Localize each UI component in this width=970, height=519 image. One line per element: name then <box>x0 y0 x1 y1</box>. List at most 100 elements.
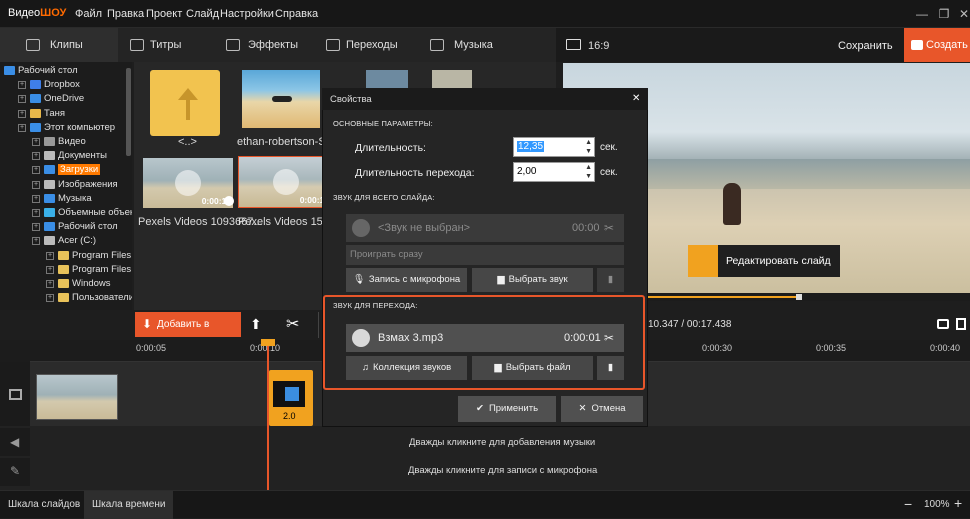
microphone-icon: 🎙 <box>352 274 365 285</box>
tab-transitions[interactable]: Переходы <box>318 28 422 62</box>
tree-item[interactable]: + Загрузки <box>32 163 101 177</box>
expand-icon[interactable]: + <box>46 251 54 260</box>
tree-scrollbar[interactable] <box>126 68 131 156</box>
section-main: ОСНОВНЫЕ ПАРАМЕТРЫ: <box>333 119 433 128</box>
tree-item[interactable]: + OneDrive <box>18 92 84 106</box>
record-mic-button[interactable]: 🎙 Запись с микрофона <box>346 268 467 292</box>
tree-item[interactable]: + Program Files (x <box>46 263 132 277</box>
wand-icon <box>226 39 240 51</box>
expand-icon[interactable]: + <box>18 95 26 104</box>
music-lane-hint[interactable]: Дважды кликните для добавления музыки <box>409 437 595 448</box>
expand-icon[interactable]: + <box>32 194 40 203</box>
tree-item[interactable]: +Рабочий стол <box>4 64 78 78</box>
minimize-icon[interactable]: — <box>910 4 934 24</box>
tree-item[interactable]: + Видео <box>32 135 86 149</box>
expand-icon[interactable]: + <box>32 138 40 146</box>
tree-item[interactable]: + Dropbox <box>18 78 80 92</box>
tab-effects[interactable]: Эффекты <box>218 28 318 62</box>
tree-item[interactable]: + Изображения <box>32 178 118 192</box>
no-sound-label: <Звук не выбран> <box>378 222 471 234</box>
expand-icon[interactable]: + <box>46 280 54 288</box>
tree-item[interactable]: + Program Files <box>46 249 131 263</box>
cancel-button[interactable]: ✕ Отмена <box>561 396 643 422</box>
move-up-icon[interactable]: ⬆ <box>250 316 262 333</box>
tab-music[interactable]: Музыка <box>422 28 526 62</box>
tree-item[interactable]: + Таня <box>18 107 65 121</box>
expand-icon[interactable]: + <box>32 152 40 161</box>
tree-item[interactable]: + Объемные объект <box>32 206 132 220</box>
snapshot-icon[interactable] <box>937 319 949 329</box>
menu-settings[interactable]: Настройки <box>220 8 274 20</box>
tree-item[interactable]: +Рабочий стол <box>32 220 118 234</box>
mic-lane-hint[interactable]: Дважды кликните для записи с микрофона <box>408 465 597 476</box>
tab-titles[interactable]: Титры <box>118 28 218 62</box>
choose-file-button[interactable]: ▆ Выбрать файл <box>472 356 593 380</box>
fullscreen-icon[interactable] <box>956 318 966 330</box>
tab-time-scale[interactable]: Шкала времени <box>84 491 174 519</box>
tree-item-label: Program Files (x <box>72 263 132 275</box>
delete-transition-sound-button[interactable]: ▮ <box>597 356 624 380</box>
tree-item[interactable]: + Документы <box>32 149 107 163</box>
close-window-icon[interactable]: ✕ <box>952 4 970 24</box>
pencil-icon <box>688 245 718 277</box>
expand-icon[interactable]: + <box>18 123 26 132</box>
menu-help[interactable]: Справка <box>275 8 318 20</box>
playhead[interactable] <box>267 340 269 490</box>
expand-icon[interactable]: + <box>32 180 40 189</box>
down-arrow-icon[interactable]: ▼ <box>585 168 592 186</box>
transition-duration-value[interactable]: 2,00 <box>517 166 536 177</box>
tree-item[interactable]: + Этот компьютер <box>18 121 115 135</box>
menu-project[interactable]: Проект <box>146 8 182 20</box>
dialog-close-icon[interactable]: ✕ <box>632 93 640 104</box>
image-thumb[interactable] <box>242 70 320 128</box>
add-to-project-button[interactable]: ⬇ Добавить в проект <box>135 312 241 355</box>
video-thumb-2[interactable]: 0:00:17 <box>238 156 332 208</box>
tree-item[interactable]: + Acer (C:) <box>32 234 96 248</box>
transition-unit: сек. <box>600 167 618 178</box>
menu-file[interactable]: Файл <box>75 8 102 20</box>
apply-button[interactable]: ✔ Применить <box>458 396 556 422</box>
duration-value[interactable]: 12,35 <box>517 141 545 152</box>
playhead-handle[interactable] <box>261 339 275 346</box>
folder-icon <box>4 66 15 75</box>
expand-icon[interactable]: + <box>18 81 26 90</box>
expand-icon[interactable]: + <box>46 294 54 303</box>
expand-icon[interactable]: + <box>32 166 40 175</box>
cross-icon: ✕ <box>578 403 587 414</box>
expand-icon[interactable]: + <box>32 209 40 217</box>
create-button[interactable]: Создать <box>904 28 970 62</box>
folder-tree: +Рабочий стол+Dropbox+OneDrive+Таня+Этот… <box>0 62 132 310</box>
tab-clips[interactable]: Клипы <box>0 28 118 62</box>
tree-item[interactable]: + Пользователи <box>46 291 132 305</box>
play-icon[interactable] <box>352 329 370 347</box>
menu-slide[interactable]: Слайд <box>186 8 219 20</box>
choose-sound-button[interactable]: ▆ Выбрать звук <box>472 268 593 292</box>
transition-duration-stepper[interactable]: 2,00 ▲ ▼ <box>513 162 595 182</box>
scissors-icon[interactable]: ✂ <box>604 324 614 352</box>
timeline-clip[interactable] <box>36 374 118 420</box>
aspect-ratio[interactable]: 16:9 <box>588 40 609 52</box>
tree-item[interactable]: + Windows <box>46 277 111 291</box>
expand-icon[interactable]: + <box>32 223 40 232</box>
film-icon <box>9 389 22 400</box>
zoom-out-button[interactable]: − <box>904 496 912 512</box>
folder-up-thumb[interactable] <box>150 70 220 136</box>
scissors-icon[interactable]: ✂ <box>286 314 299 334</box>
transition-sound-track[interactable]: Взмах 3.mp3 0:00:01 ✂ <box>346 324 624 352</box>
progress-knob[interactable] <box>796 294 803 300</box>
menu-edit[interactable]: Правка <box>107 8 144 20</box>
expand-icon[interactable]: + <box>18 109 26 118</box>
folder-icon <box>58 279 69 288</box>
arrow-up-icon <box>178 88 198 120</box>
sound-collection-button[interactable]: ♫ Коллекция звуков <box>346 356 467 380</box>
tab-slide-scale[interactable]: Шкала слайдов <box>0 491 88 519</box>
transition-block[interactable]: 2.0 <box>269 370 313 426</box>
save-button[interactable]: Сохранить <box>838 40 893 52</box>
zoom-in-button[interactable]: + <box>954 495 962 511</box>
tree-item[interactable]: + Музыка <box>32 192 92 206</box>
expand-icon[interactable]: + <box>46 265 54 274</box>
edit-slide-button[interactable]: Редактировать слайд <box>688 245 840 277</box>
duration-stepper[interactable]: 12,35 ▲ ▼ <box>513 137 595 157</box>
expand-icon[interactable]: + <box>32 237 40 246</box>
video-thumb-1[interactable]: 0:00:13 <box>143 158 233 208</box>
